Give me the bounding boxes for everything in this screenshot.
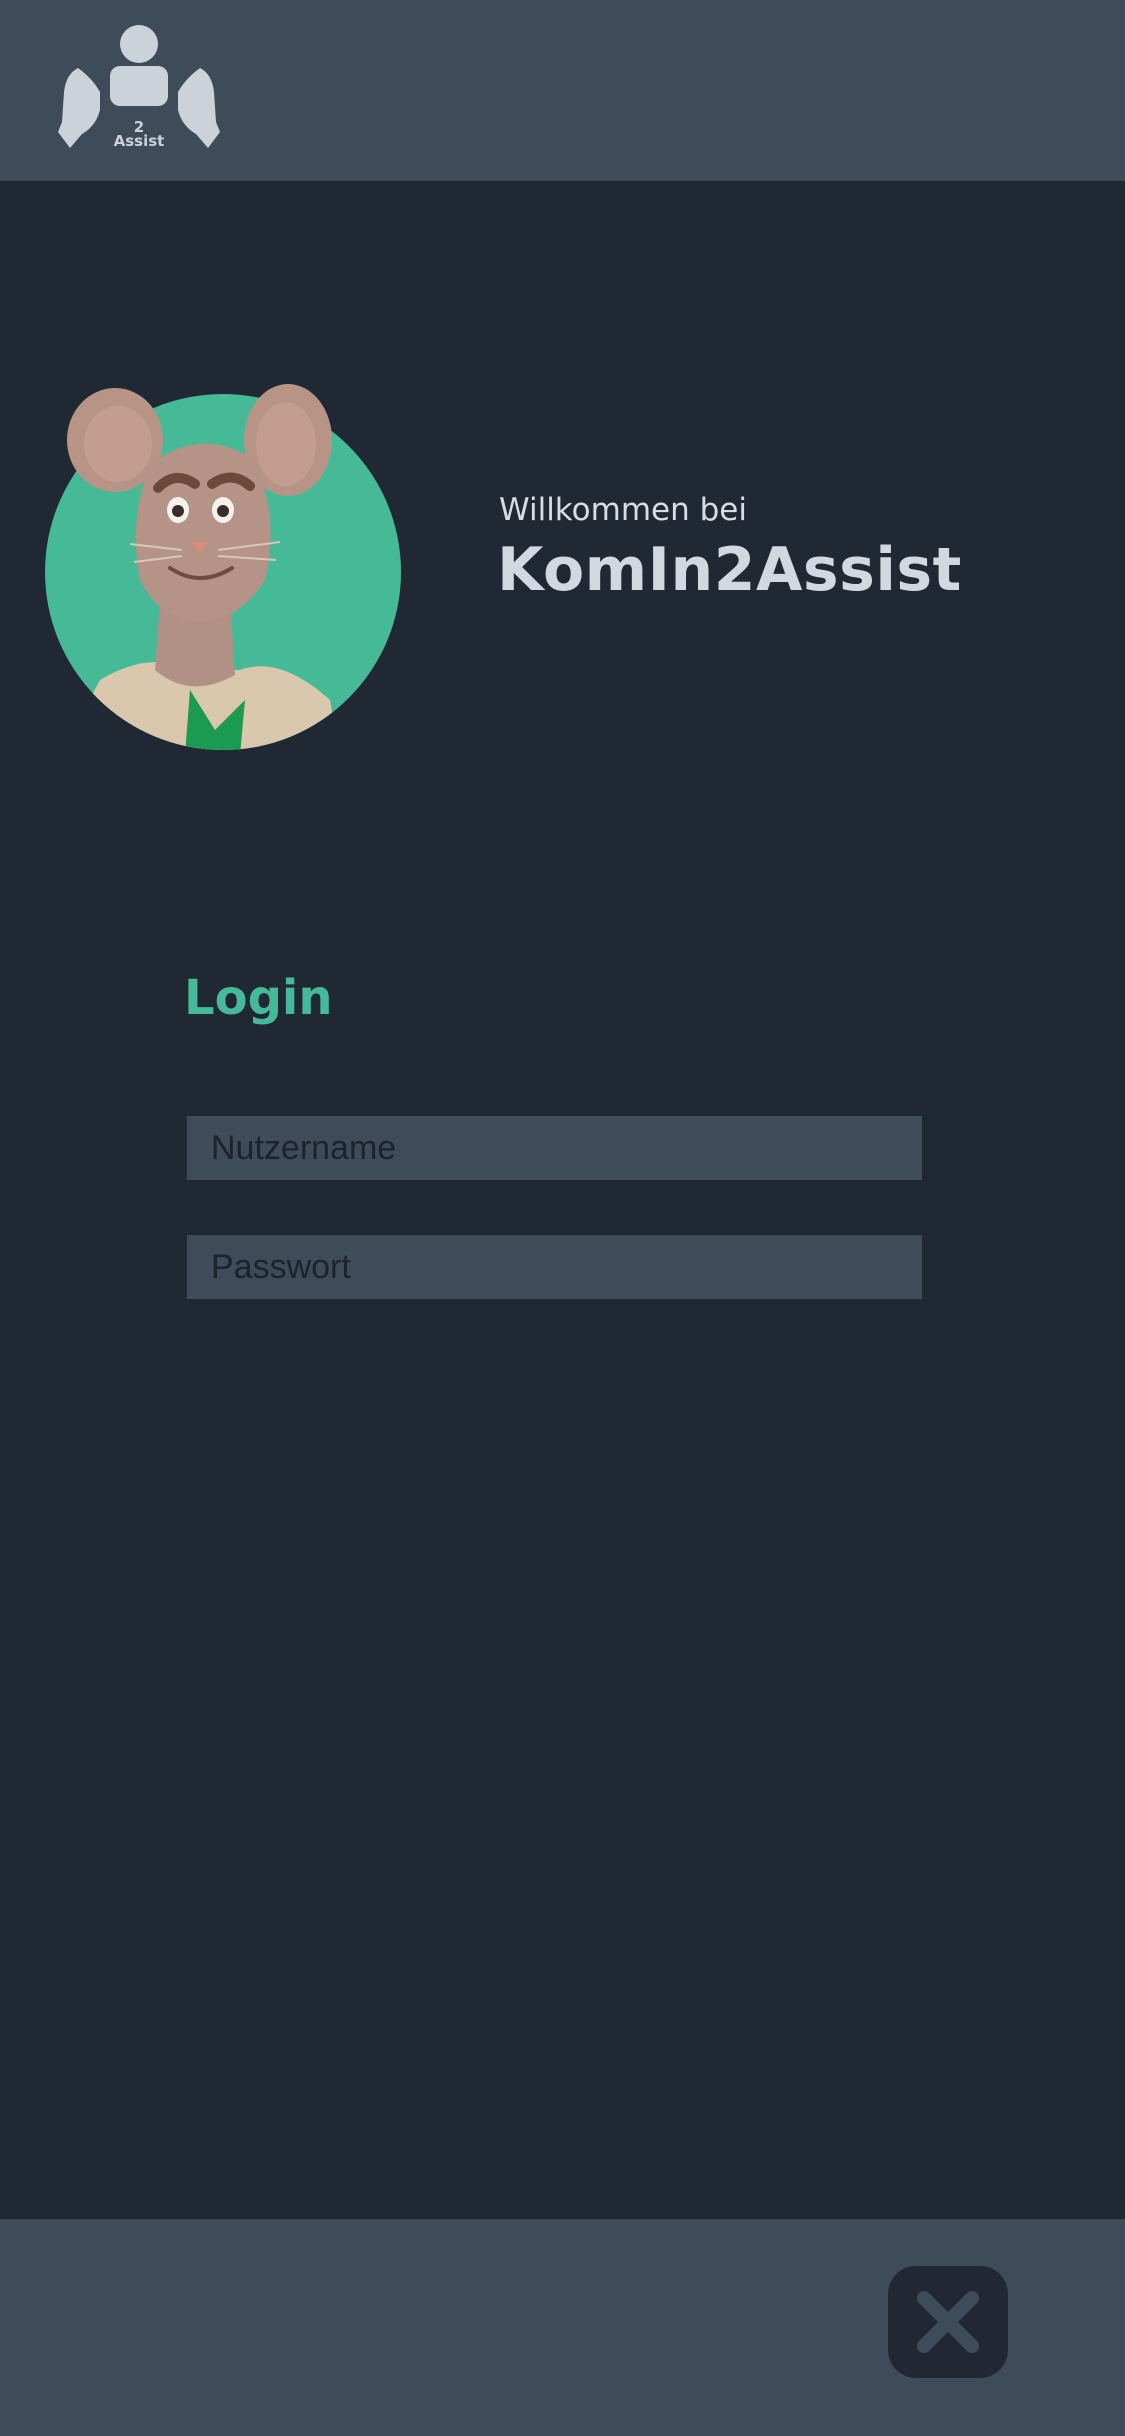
app-title: KomIn2Assist bbox=[497, 535, 962, 605]
welcome-subtitle: Willkommen bei bbox=[499, 492, 747, 528]
close-button[interactable] bbox=[888, 2266, 1008, 2378]
close-icon bbox=[917, 2291, 979, 2353]
password-input[interactable] bbox=[187, 1235, 922, 1299]
komin2assist-logo: KomIn 2 Assist bbox=[56, 22, 222, 152]
username-input[interactable] bbox=[187, 1116, 922, 1180]
login-heading: Login bbox=[184, 970, 333, 1026]
logo-line-3: Assist bbox=[114, 132, 165, 150]
header-bar: KomIn 2 Assist bbox=[0, 0, 1125, 181]
mouse-character-avatar bbox=[40, 370, 410, 755]
